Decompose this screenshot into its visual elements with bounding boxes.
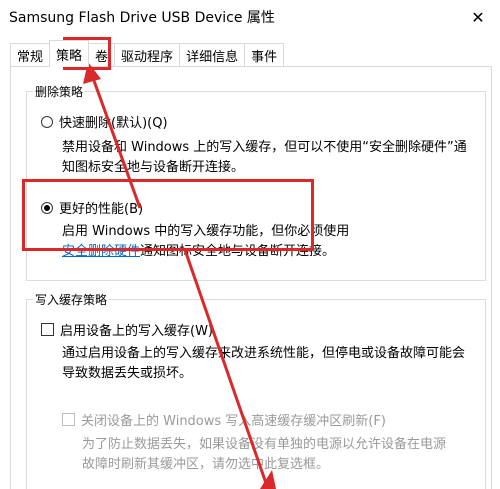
- quick-removal-desc-line1: 禁用设备和 Windows 上的写入缓存，但可以不使用“安全删除硬件”通: [62, 140, 467, 155]
- enable-write-cache-description: 通过启用设备上的写入缓存来改进系统性能，但停电或设备故障可能会 导致数据丢失或损…: [62, 344, 465, 384]
- write-cache-policy-group: 写入缓存策略 启用设备上的写入缓存(W) 通过启用设备上的写入缓存来改进系统性能…: [26, 291, 486, 489]
- quick-removal-description: 禁用设备和 Windows 上的写入缓存，但可以不使用“安全删除硬件”通 知图标…: [62, 138, 467, 178]
- better-performance-desc-line1: 启用 Windows 中的写入缓存功能，但你必须使用: [62, 224, 350, 239]
- tab-general[interactable]: 常规: [10, 43, 51, 66]
- disable-flush-checkbox[interactable]: [62, 413, 75, 426]
- quick-removal-desc-line2: 知图标安全地与设备断开连接。: [62, 160, 245, 175]
- better-performance-option[interactable]: 更好的性能(B): [41, 198, 143, 217]
- close-icon[interactable]: ✕: [456, 0, 500, 34]
- write-cache-policy-title: 写入缓存策略: [33, 291, 110, 308]
- better-performance-desc-rest: 通知图标安全地与设备断开连接。: [140, 244, 336, 259]
- removal-policy-title: 删除策略: [33, 83, 86, 100]
- title-bar[interactable]: Samsung Flash Drive USB Device 属性 ✕: [0, 0, 500, 34]
- enable-write-cache-option[interactable]: 启用设备上的写入缓存(W): [41, 320, 213, 339]
- tab-events[interactable]: 事件: [244, 43, 285, 66]
- window-title: Samsung Flash Drive USB Device 属性: [9, 10, 275, 26]
- disable-flush-option[interactable]: 关闭设备上的 Windows 写入高速缓存缓冲区刷新(F): [62, 410, 386, 429]
- better-performance-desc-line2: 安全删除硬件通知图标安全地与设备断开连接。: [62, 242, 349, 262]
- disable-flush-desc-line1: 为了防止数据丢失，如果设备没有单独的电源以允许设备在电源: [82, 437, 447, 452]
- tab-panel: 删除策略 快速删除(默认)(Q) 禁用设备和 Windows 上的写入缓存，但可…: [10, 66, 492, 489]
- quick-removal-option[interactable]: 快速删除(默认)(Q): [41, 112, 168, 131]
- safely-remove-hardware-link[interactable]: 安全删除硬件: [62, 244, 140, 259]
- better-performance-label: 更好的性能(B): [59, 202, 144, 217]
- enable-write-cache-desc-line1: 通过启用设备上的写入缓存来改进系统性能，但停电或设备故障可能会: [62, 346, 466, 361]
- tab-policies[interactable]: 策略: [49, 40, 90, 67]
- tab-strip: 常规 策略 卷 驱动程序 详细信息 事件: [10, 40, 285, 67]
- quick-removal-radio[interactable]: [41, 115, 53, 128]
- enable-write-cache-label: 启用设备上的写入缓存(W): [60, 324, 213, 339]
- enable-write-cache-desc-line2: 导致数据丢失或损坏。: [62, 366, 193, 381]
- enable-write-cache-checkbox[interactable]: [41, 323, 54, 336]
- tab-volumes[interactable]: 卷: [88, 43, 116, 66]
- quick-removal-label: 快速删除(默认)(Q): [59, 116, 168, 131]
- properties-window: Samsung Flash Drive USB Device 属性 ✕ 常规 策…: [0, 0, 500, 489]
- disable-flush-desc-line2: 故障时刷新其缓冲区，请勿选中此复选框。: [82, 457, 330, 472]
- better-performance-description: 启用 Windows 中的写入缓存功能，但你必须使用 安全删除硬件通知图标安全地…: [62, 222, 349, 262]
- disable-flush-description: 为了防止数据丢失，如果设备没有单独的电源以允许设备在电源 故障时刷新其缓冲区，请…: [82, 435, 446, 475]
- removal-policy-group: 删除策略 快速删除(默认)(Q) 禁用设备和 Windows 上的写入缓存，但可…: [26, 83, 486, 281]
- better-performance-radio[interactable]: [41, 201, 53, 214]
- tab-details[interactable]: 详细信息: [179, 43, 246, 66]
- disable-flush-label: 关闭设备上的 Windows 写入高速缓存缓冲区刷新(F): [81, 414, 386, 429]
- tab-driver[interactable]: 驱动程序: [114, 43, 181, 66]
